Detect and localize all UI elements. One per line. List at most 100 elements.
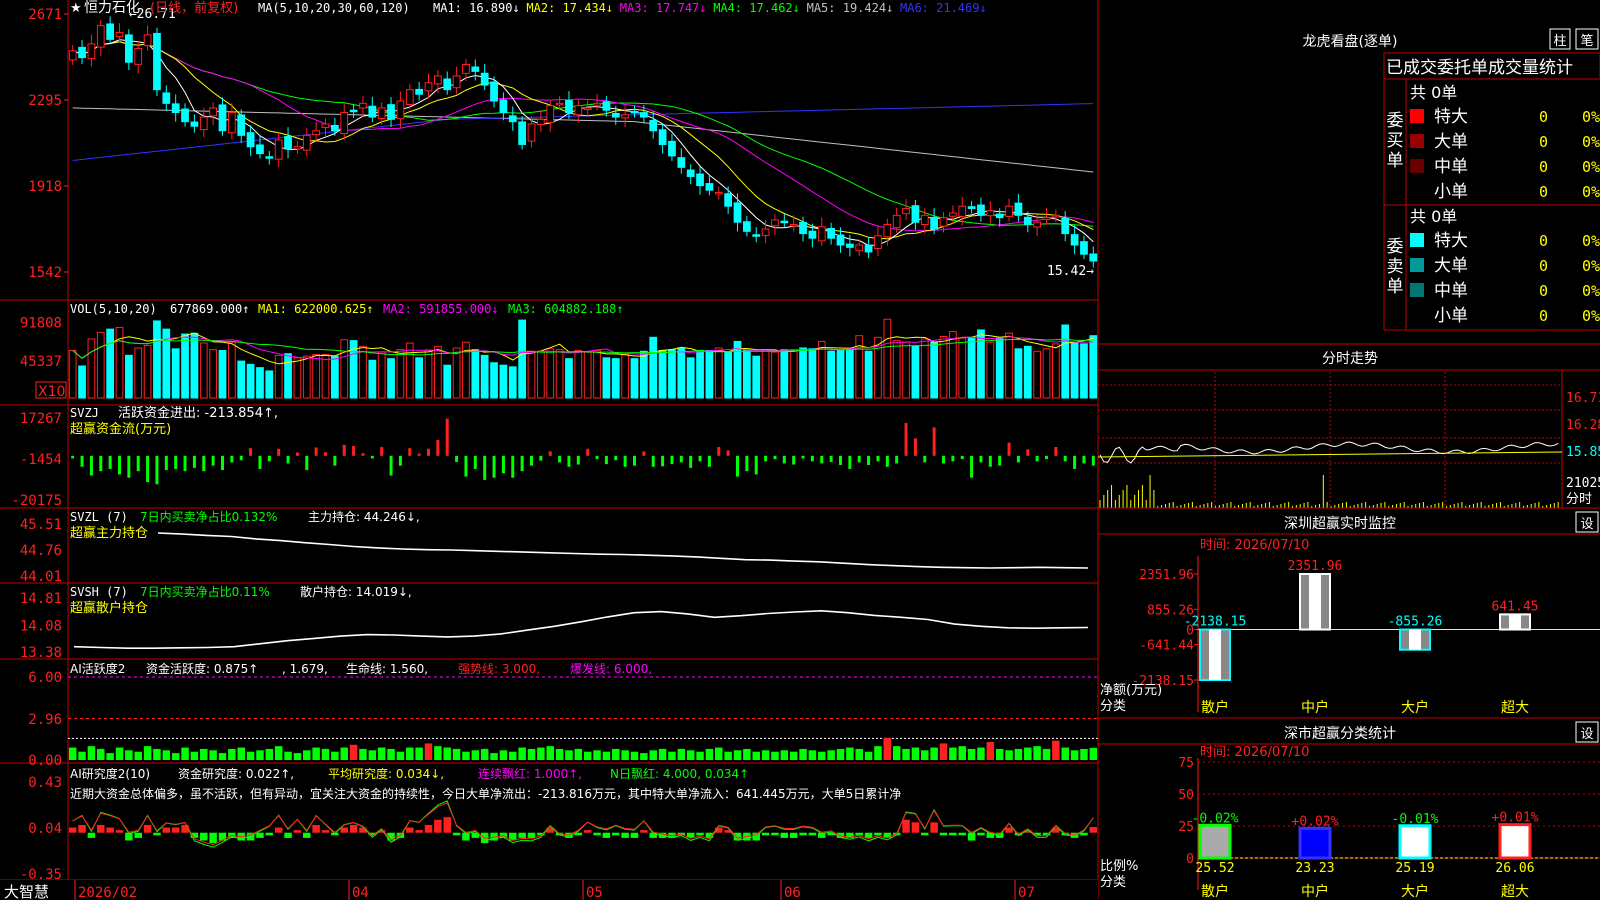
vol-value-0: 677869.000↑ (170, 302, 249, 316)
ai-activity-bar (424, 743, 433, 760)
ai-activity-bar (368, 750, 377, 760)
monitor-settings-label[interactable]: 设 (1580, 517, 1593, 532)
monitor-bar-highlight (1209, 629, 1221, 680)
volume-bar (1005, 332, 1013, 399)
volume-bar (696, 349, 704, 399)
vol-y-tick-label: 45337 (20, 354, 62, 370)
candle-body (405, 89, 414, 105)
svzj-bar (455, 455, 459, 462)
volume-bar (508, 366, 517, 399)
status-bar (0, 880, 1098, 900)
ai-activity-bar (331, 751, 339, 760)
monitor-category: 超大 (1501, 700, 1529, 716)
svzj-bar (913, 438, 917, 456)
svzj-bar (745, 455, 749, 472)
volume-bar (948, 331, 957, 399)
candle-body (415, 88, 424, 95)
volume-bar (471, 349, 480, 399)
stats-settings-label[interactable]: 设 (1580, 727, 1593, 742)
candle-body (742, 221, 751, 232)
monitor-category: 散户 (1201, 699, 1229, 716)
ai-activity-bar (574, 748, 583, 760)
candle-body (78, 46, 86, 59)
volume-bar (639, 350, 648, 399)
ai-research-bar (406, 827, 414, 833)
ai-activity-bar (696, 751, 704, 760)
candle-body (686, 169, 695, 177)
buy-side-char: 单 (1387, 151, 1404, 171)
stats-change-label: -0.01% (1392, 812, 1439, 827)
ai-research-bar (162, 827, 171, 833)
ai-activity-bar (864, 751, 873, 760)
ai-activity-bar (396, 751, 405, 760)
svzj-bar (614, 455, 618, 461)
svzj-bar (483, 455, 487, 480)
volume-bar (312, 354, 321, 399)
monitor-bar-value: -2138.15 (1184, 615, 1247, 630)
ai-activity-bar (452, 748, 461, 760)
svzj-bar (623, 455, 627, 467)
ai-res-title: AI研究度2(10) (70, 766, 150, 781)
ai-activity-bar (949, 747, 957, 760)
candle-body (836, 234, 845, 246)
ai-activity-bar (68, 747, 77, 760)
volume-bar (78, 365, 86, 399)
ai-activity-bar (471, 750, 480, 760)
candle-body (546, 105, 555, 124)
ai-activity-bar (630, 751, 639, 760)
buy-row-name: 中单 (1434, 157, 1468, 177)
candle-body (237, 114, 246, 136)
buy-row-name: 小单 (1434, 182, 1468, 202)
stats-time-label: 时间: 2026/07/10 (1200, 745, 1309, 760)
buy-color-swatch (1410, 134, 1424, 148)
svzj-y-tick-label: -20175 (11, 493, 62, 509)
ai-research-bar (1080, 832, 1088, 836)
volume-bar (527, 350, 536, 399)
svzj-bar (258, 455, 262, 469)
ai-activity-bar (125, 750, 133, 760)
svzj-bar (230, 455, 234, 463)
ai-activity-bar (171, 753, 180, 760)
ai-activity-bar (134, 751, 142, 760)
ai-research-bar (97, 824, 105, 833)
monitor-title: 深圳超赢实时监控 (1284, 515, 1396, 532)
stats-change-label: -0.02% (1192, 811, 1239, 826)
svzj-bar (670, 455, 674, 465)
buy-row-count: 0 (1539, 183, 1548, 201)
ai-research-bar (583, 830, 592, 833)
volume-bar (864, 350, 873, 399)
volume-bar (967, 336, 976, 399)
svzj-bar (810, 455, 814, 462)
volume-bar (87, 338, 96, 399)
sell-row-pct: 0% (1582, 232, 1600, 250)
candle-body (508, 115, 517, 123)
svzj-bar (633, 455, 636, 466)
svzj-bar (1082, 455, 1086, 464)
ai-activity-bar (621, 750, 629, 760)
date-axis-label: 07 (1018, 885, 1035, 900)
candle-body (677, 157, 686, 168)
svzj-bar (764, 455, 768, 462)
monitor-y-tick: -641.44 (1139, 639, 1194, 654)
ai-research-bar (293, 830, 302, 833)
candle-body (190, 121, 199, 127)
ai-activity-bar (583, 751, 592, 760)
ai-research-bar (930, 822, 938, 833)
ai-activity-bar (715, 747, 723, 760)
candle-body (359, 102, 367, 109)
candle-body (265, 156, 274, 159)
svzj-value: 活跃资金进出: -213.854↑, (118, 405, 278, 421)
svzj-bar (417, 453, 421, 456)
svzj-bar (773, 455, 777, 460)
bar-mode-label[interactable]: 柱 (1553, 34, 1566, 49)
ai-activity-bar (1014, 748, 1023, 760)
tick-mode-label[interactable]: 笔 (1580, 33, 1593, 49)
svsh-y-tick-label: 14.81 (20, 591, 62, 607)
volume-bar (742, 349, 751, 399)
svzj-bar (848, 455, 852, 469)
svzj-bar (604, 455, 608, 465)
stock-name: 恒力石化 (84, 0, 140, 16)
svzj-bar (782, 455, 786, 464)
svzj-bar (736, 455, 739, 477)
intraday-vol-max: 21025 (1566, 476, 1600, 491)
